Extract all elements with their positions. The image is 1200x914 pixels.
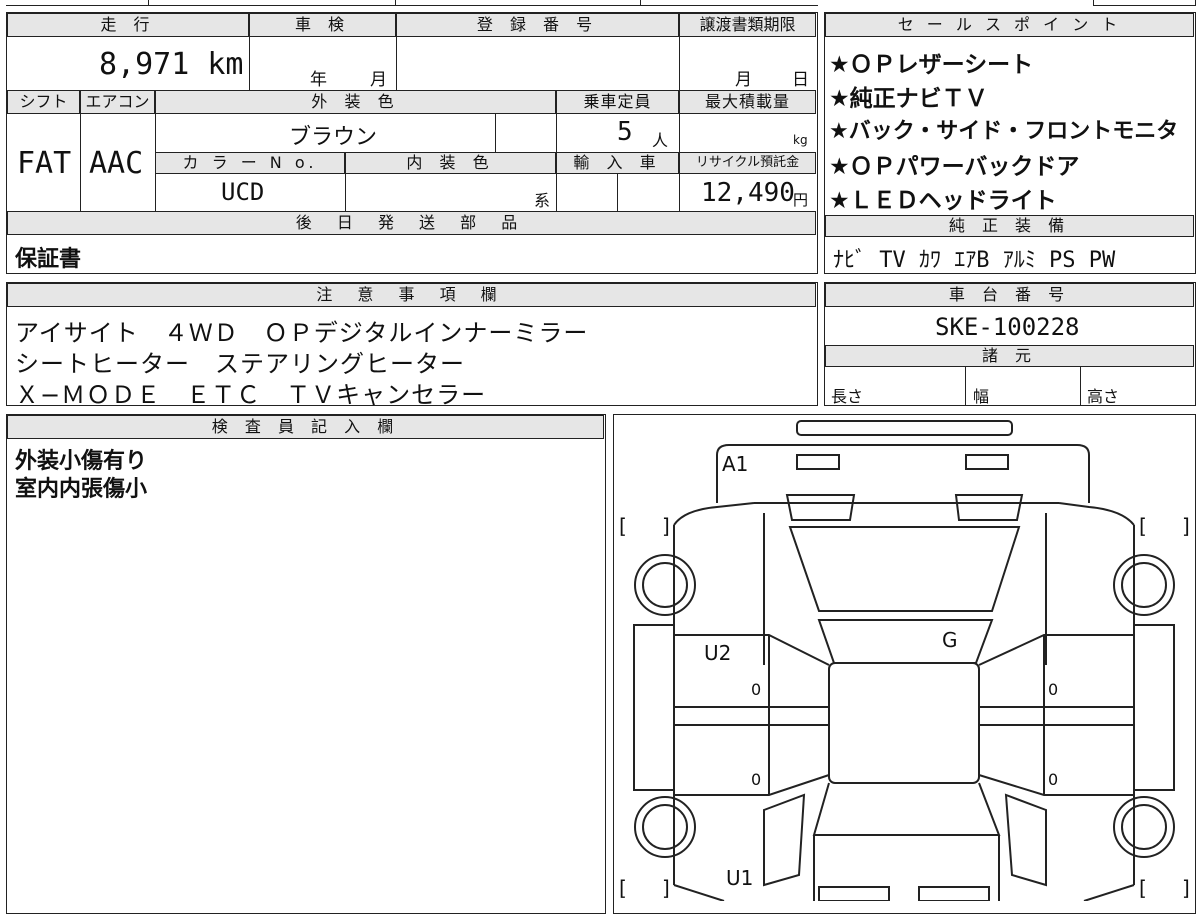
top-cut-divider bbox=[148, 0, 149, 6]
transfer-month-label: 月 bbox=[735, 70, 752, 90]
aircon-value: AAC bbox=[89, 146, 144, 181]
spec-width: 幅 bbox=[973, 387, 990, 406]
bracket-open: [ bbox=[1139, 514, 1147, 538]
spec-height: 高さ bbox=[1087, 387, 1120, 406]
aircon-header: エアコン bbox=[80, 90, 155, 114]
top-cut-strip bbox=[6, 0, 818, 6]
factory-equipment-value: ﾅﾋﾞ TV ｶﾜ ｴｱB ｱﾙﾐ PS PW bbox=[833, 248, 1116, 273]
car-outline-svg: A1 U2 G U1 0 0 0 0 [ ] [ ] [ ] [ ] bbox=[619, 420, 1190, 901]
exterior-header: 外 装 色 bbox=[155, 90, 556, 114]
bracket-close: ] bbox=[1182, 876, 1190, 900]
sales-point-item: ★ＯＰパワーバックドア bbox=[829, 154, 1080, 180]
chassis-panel: 車 台 番 号 SKE-100228 諸 元 長さ 幅 高さ bbox=[824, 282, 1196, 406]
mark-u1: U1 bbox=[726, 866, 753, 890]
bracket-close: ] bbox=[662, 876, 670, 900]
import-header: 輸 入 車 bbox=[556, 152, 679, 174]
seating-header: 乗車定員 bbox=[556, 90, 679, 114]
interior-suffix: 系 bbox=[534, 191, 551, 210]
notes-line: シートヒーター ステアリングヒーター bbox=[15, 350, 465, 378]
transfer-day-label: 日 bbox=[792, 70, 809, 90]
chassis-header: 車 台 番 号 bbox=[825, 283, 1194, 307]
max-load-header: 最大積載量 bbox=[679, 90, 816, 114]
zero-mark: 0 bbox=[751, 770, 761, 789]
sales-point-item: ★ＬＥＤヘッドライト bbox=[829, 188, 1057, 214]
divider bbox=[495, 114, 496, 152]
mark-g: G bbox=[942, 628, 958, 652]
sales-points-panel: セ ー ル ス ポ イ ン ト ★ＯＰレザーシート ★純正ナビＴＶ ★バック・サ… bbox=[824, 12, 1196, 274]
exterior-value: ブラウン bbox=[289, 125, 378, 150]
divider bbox=[679, 37, 680, 90]
inspector-panel: 検 査 員 記 入 欄 外装小傷有り 室内内張傷小 bbox=[6, 414, 606, 914]
top-cut-divider bbox=[395, 0, 396, 6]
inspector-header: 検 査 員 記 入 欄 bbox=[7, 415, 604, 439]
notes-header: 注 意 事 項 欄 bbox=[7, 283, 816, 307]
recycle-value: 12,490 bbox=[701, 178, 795, 208]
bracket-close: ] bbox=[662, 514, 670, 538]
notes-panel: 注 意 事 項 欄 アイサイト ４ＷＤ ＯＰデジタルインナーミラー シートヒータ… bbox=[6, 282, 818, 409]
divider bbox=[249, 37, 250, 90]
notes-line: アイサイト ４ＷＤ ＯＰデジタルインナーミラー bbox=[15, 319, 589, 347]
sales-point-item: ★バック・サイド・フロントモニタ bbox=[829, 119, 1179, 144]
top-cut-strip-right bbox=[1093, 0, 1196, 6]
bracket-open: [ bbox=[619, 514, 627, 538]
interior-header: 内 装 色 bbox=[345, 152, 556, 174]
inspection-year-label: 年 bbox=[310, 70, 327, 90]
divider bbox=[965, 367, 966, 405]
inspection-header: 車 検 bbox=[249, 13, 396, 37]
mark-a1: A1 bbox=[722, 452, 748, 476]
mileage-header: 走 行 bbox=[7, 13, 249, 37]
zero-mark: 0 bbox=[1048, 770, 1058, 789]
zero-mark: 0 bbox=[751, 680, 761, 699]
mark-u2: U2 bbox=[704, 641, 731, 665]
chassis-number: SKE-100228 bbox=[935, 313, 1080, 341]
bracket-close: ] bbox=[1182, 514, 1190, 538]
registration-header: 登 録 番 号 bbox=[396, 13, 679, 37]
later-parts-value: 保証書 bbox=[15, 247, 82, 272]
sales-point-item: ★ＯＰレザーシート bbox=[829, 52, 1034, 78]
car-condition-diagram: A1 U2 G U1 0 0 0 0 [ ] [ ] [ ] [ ] bbox=[613, 414, 1196, 914]
top-cut-divider bbox=[640, 0, 641, 6]
inspector-line: 室内内張傷小 bbox=[15, 477, 148, 502]
color-no-value: UCD bbox=[221, 178, 265, 206]
shift-header: シフト bbox=[7, 90, 80, 114]
sales-point-item: ★純正ナビＴＶ bbox=[829, 86, 988, 112]
mileage-value: 8,971 km bbox=[99, 47, 244, 82]
bracket-open: [ bbox=[1139, 876, 1147, 900]
seating-unit: 人 bbox=[652, 131, 669, 150]
divider bbox=[345, 174, 346, 211]
factory-equipment-header: 純 正 装 備 bbox=[825, 215, 1194, 237]
specs-header: 諸 元 bbox=[825, 345, 1194, 367]
max-load-unit: kg bbox=[793, 133, 808, 147]
divider bbox=[1080, 367, 1081, 405]
recycle-header: リサイクル預託金 bbox=[679, 152, 816, 174]
color-no-header: カ ラ ー N o. bbox=[155, 152, 345, 174]
later-parts-header: 後 日 発 送 部 品 bbox=[7, 211, 816, 235]
seating-value: 5 bbox=[617, 117, 633, 147]
divider bbox=[617, 174, 618, 211]
bracket-open: [ bbox=[619, 876, 627, 900]
zero-mark: 0 bbox=[1048, 680, 1058, 699]
sales-points-header: セ ー ル ス ポ イ ン ト bbox=[825, 13, 1194, 37]
recycle-unit: 円 bbox=[793, 191, 809, 209]
inspection-month-label: 月 bbox=[370, 70, 387, 90]
divider bbox=[396, 37, 397, 90]
vehicle-info-table: 走 行 車 検 登 録 番 号 譲渡書類期限 8,971 km 年 月 月 日 … bbox=[6, 12, 818, 274]
transfer-header: 譲渡書類期限 bbox=[679, 13, 816, 37]
shift-value: FAT bbox=[17, 146, 72, 181]
notes-line: Ｘ−ＭＯＤＥ ＥＴＣ ＴＶキャンセラー bbox=[15, 381, 487, 409]
spec-length: 長さ bbox=[831, 387, 864, 406]
divider bbox=[80, 114, 81, 211]
